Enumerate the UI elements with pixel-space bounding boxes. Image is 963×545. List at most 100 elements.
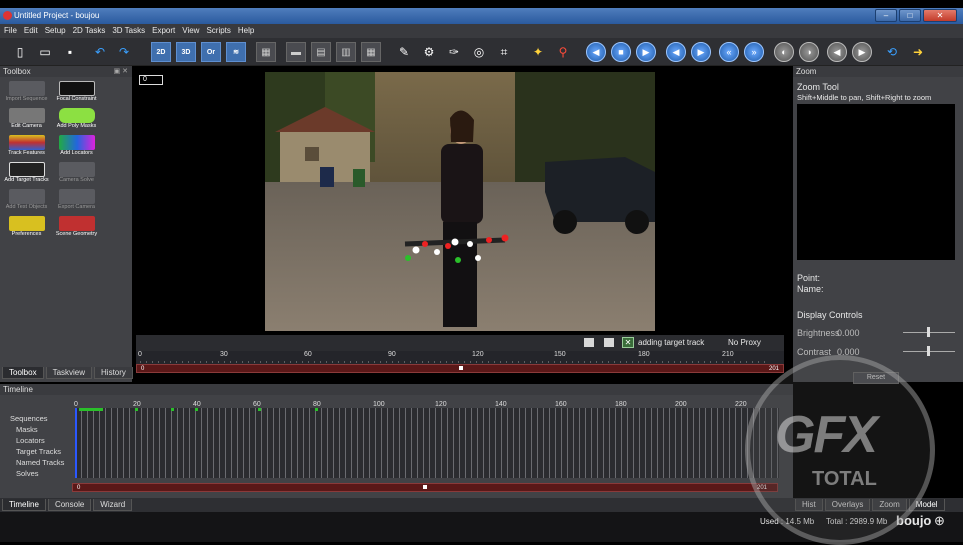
minimize-button[interactable]: – [875,9,897,22]
tool-camera-solve[interactable]: Camera Solve [53,161,100,185]
timeline-grid-lines [75,408,779,478]
track-named-tracks[interactable]: Named Tracks [16,458,64,467]
menu-3d-tasks[interactable]: 3D Tasks [112,24,145,38]
tool-add-test-objects[interactable]: Add Test Objects [3,188,50,212]
tool-edit-camera[interactable]: Edit Camera [3,107,50,131]
jump-start-icon[interactable]: ◀ [827,42,847,62]
camera-tool-icon[interactable]: ⚙ [419,42,439,62]
viewer-range-bar[interactable]: 0 201 [136,364,784,373]
open-folder-icon[interactable]: ▭ [35,42,55,62]
frame-number-field[interactable]: 0 [139,75,163,85]
timeline-tick-label: 220 [735,401,747,408]
play-icon[interactable]: ▶ [636,42,656,62]
tab-toolbox[interactable]: Toolbox [2,367,44,379]
layout-grid-icon[interactable]: ▦ [256,42,276,62]
pick-tool-icon[interactable]: ✎ [394,42,414,62]
zoom-view[interactable] [797,104,955,260]
title-bar: Untitled Project - boujou – □ ✕ [0,8,963,24]
layout-3-icon[interactable]: ▥ [336,42,356,62]
tool-focal-constraint[interactable]: Focal Constraint [53,80,100,104]
tab-taskview[interactable]: Taskview [45,367,93,379]
new-file-icon[interactable]: ▯ [10,42,30,62]
frame-tool-icon[interactable]: ⌗ [494,42,514,62]
track-target-tracks[interactable]: Target Tracks [16,447,61,456]
menu-2d-tasks[interactable]: 2D Tasks [73,24,106,38]
rewind-icon[interactable]: « [719,42,739,62]
tool-preferences[interactable]: Preferences [3,215,50,239]
track-sequences[interactable]: Sequences [10,414,48,423]
jump-end-icon[interactable]: ▶ [852,42,872,62]
tool-export-camera[interactable]: Export Camera [53,188,100,212]
export-arrow-icon[interactable]: ➜ [908,42,928,62]
timeline-track-grid[interactable] [75,408,779,478]
key-forward-icon[interactable]: ◑ [799,42,819,62]
timeline-playhead[interactable] [423,485,427,489]
tool-import-sequence[interactable]: Import Sequence [3,80,50,104]
track-locators[interactable]: Locators [16,436,45,445]
layout-2-icon[interactable]: ▤ [311,42,331,62]
proxy-label[interactable]: No Proxy [728,338,761,347]
menu-setup[interactable]: Setup [45,24,66,38]
ruler-tick-label: 90 [388,351,396,358]
tool-scene-geometry[interactable]: Scene Geometry [53,215,100,239]
zoom-search-icon[interactable]: ⚲ [553,42,573,62]
timeline-range-bar[interactable]: 0 201 [72,483,778,492]
camera-toggle-icon[interactable] [584,338,594,347]
view-2d-icon[interactable]: 2D [151,42,171,62]
undo-icon[interactable]: ↶ [90,42,110,62]
wand-icon[interactable]: ✦ [528,42,548,62]
contrast-slider-handle[interactable] [927,346,930,356]
menu-export[interactable]: Export [152,24,175,38]
close-button[interactable]: ✕ [923,9,957,22]
brightness-label: Brightness [797,328,840,338]
edit-tool-icon[interactable]: ✑ [444,42,464,62]
tab-console[interactable]: Console [47,499,92,511]
range-playhead[interactable] [459,366,463,370]
redo-icon[interactable]: ↷ [114,42,134,62]
ruler-ticks [140,361,766,363]
tool-add-poly-masks[interactable]: Add Poly Masks [53,107,100,131]
tool-add-target-tracks[interactable]: Add Target Tracks [3,161,50,185]
tool-track-features[interactable]: Track Features [3,134,50,158]
preferences-icon [8,216,45,231]
stop-icon[interactable]: ■ [611,42,631,62]
overlay-toggle-icon[interactable] [604,338,614,347]
video-frame[interactable] [265,72,655,331]
layout-4-icon[interactable]: ▦ [361,42,381,62]
view-ortho-icon[interactable]: Or [201,42,221,62]
menu-edit[interactable]: Edit [24,24,38,38]
target-track-icon[interactable]: ✕ [622,337,634,348]
ruler-tick-label: 60 [304,351,312,358]
tab-timeline[interactable]: Timeline [2,499,46,511]
timeline-tick-label: 0 [74,401,78,408]
viewer-status-text: adding target track [638,338,705,347]
view-3d-icon[interactable]: 3D [176,42,196,62]
brightness-value[interactable]: 0.000 [837,328,860,338]
loop-icon[interactable]: ⟲ [882,42,902,62]
step-forward-icon[interactable]: ▶ [691,42,711,62]
menu-view[interactable]: View [182,24,199,38]
menu-file[interactable]: File [4,24,17,38]
maximize-button[interactable]: □ [899,9,921,22]
track-masks[interactable]: Masks [16,425,38,434]
track-features-icon [8,135,45,150]
panel-close-icon[interactable]: ▣ ✕ [114,67,128,75]
main-toolbar: ▯ ▭ ▪ ↶ ↷ 2D 3D Or ≋ ▦ ▬ ▤ ▥ ▦ ✎ ⚙ ✑ ◎ ⌗… [0,38,963,66]
layout-1-icon[interactable]: ▬ [286,42,306,62]
view-graph-icon[interactable]: ≋ [226,42,246,62]
tab-wizard[interactable]: Wizard [93,499,133,511]
fast-forward-icon[interactable]: » [744,42,764,62]
track-solves[interactable]: Solves [16,469,39,478]
viewer-frame-ruler[interactable]: 0 30 60 90 120 150 180 210 [136,351,784,364]
menu-scripts[interactable]: Scripts [206,24,230,38]
tool-add-locators[interactable]: Add Locators [53,134,100,158]
prev-frame-icon[interactable]: ◀ [586,42,606,62]
step-back-icon[interactable]: ◀ [666,42,686,62]
tab-history[interactable]: History [94,367,133,379]
test-objects-icon [8,189,45,204]
key-back-icon[interactable]: ◐ [774,42,794,62]
save-icon[interactable]: ▪ [60,42,80,62]
brightness-slider-handle[interactable] [927,327,930,337]
menu-help[interactable]: Help [238,24,254,38]
target-tool-icon[interactable]: ◎ [469,42,489,62]
